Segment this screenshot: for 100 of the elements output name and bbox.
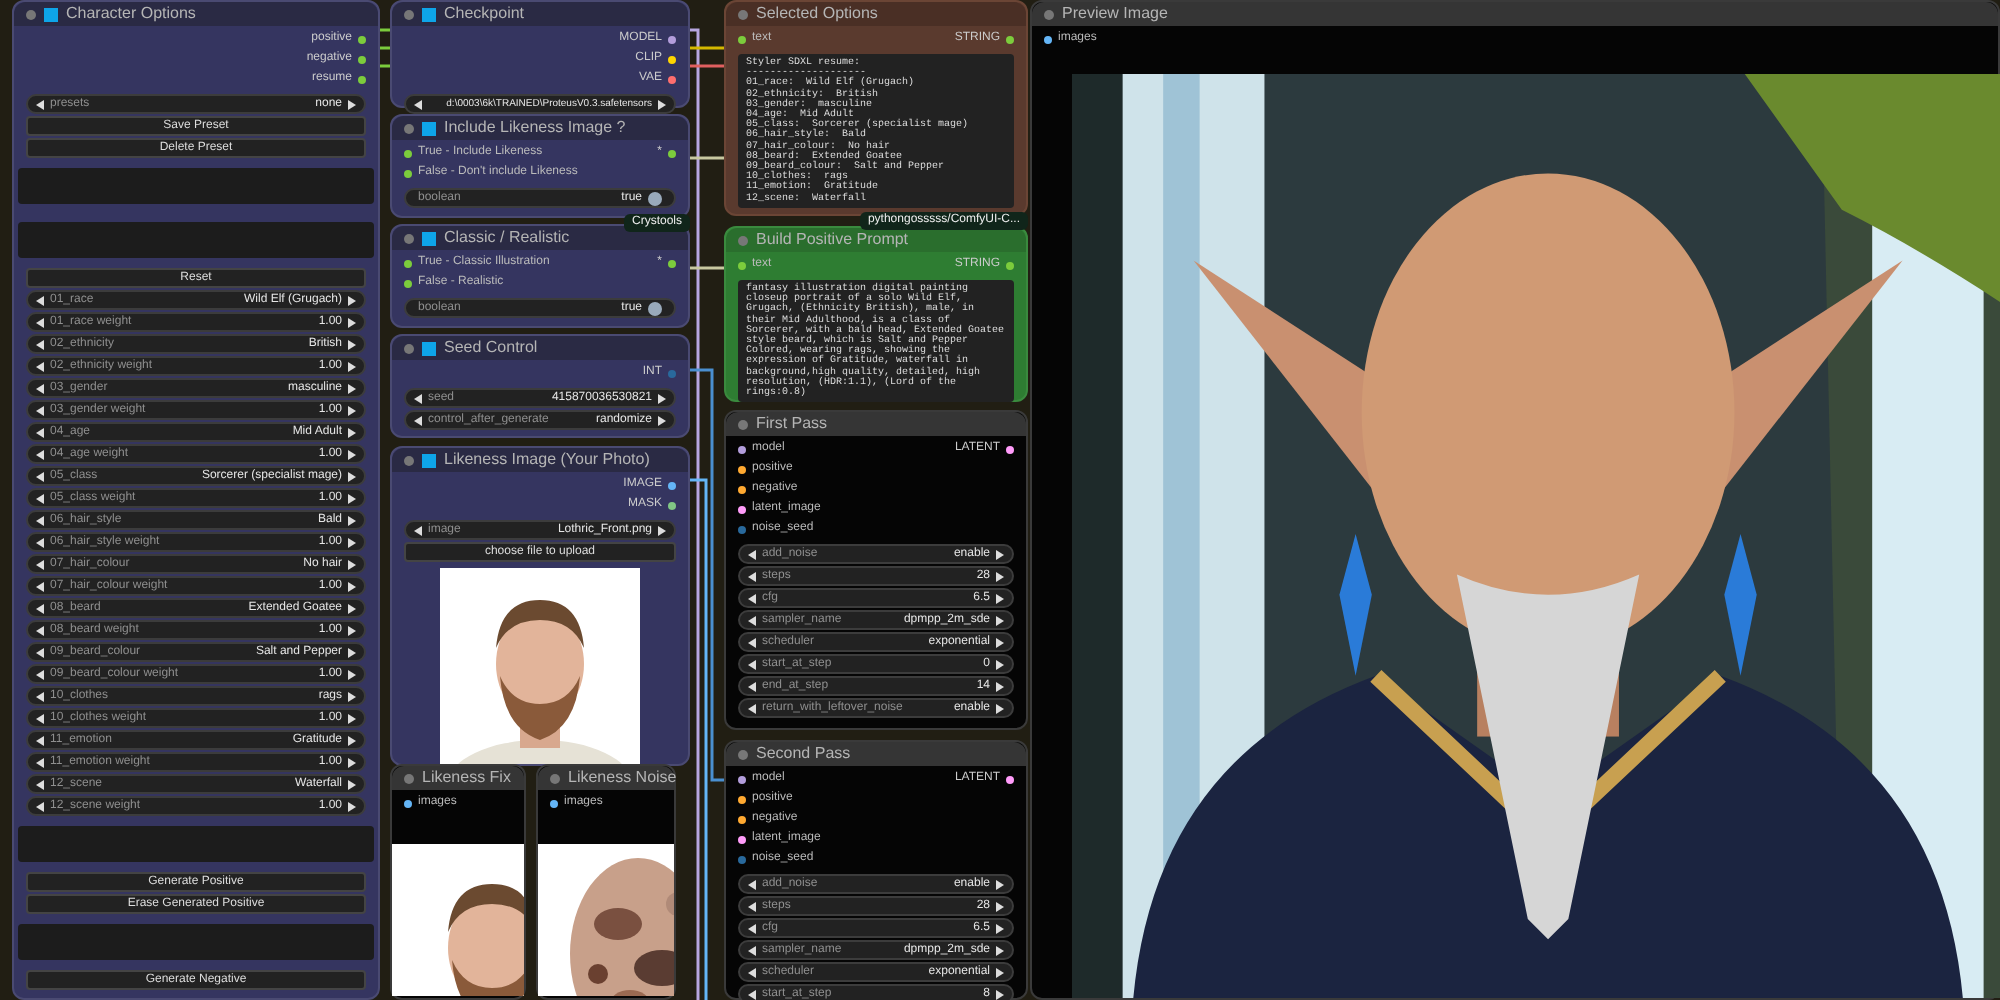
right-arrow-icon[interactable] [346,99,356,109]
left-arrow-icon[interactable] [748,681,758,691]
left-arrow-icon[interactable] [748,571,758,581]
right-arrow-icon[interactable] [346,449,356,459]
left-arrow-icon[interactable] [414,99,424,109]
right-arrow-icon[interactable] [346,581,356,591]
right-arrow-icon[interactable] [994,879,1004,889]
left-arrow-icon[interactable] [36,647,46,657]
node-card[interactable] [724,0,1028,216]
right-arrow-icon[interactable] [346,317,356,327]
left-arrow-icon[interactable] [36,779,46,789]
right-arrow-icon[interactable] [346,669,356,679]
left-arrow-icon[interactable] [36,383,46,393]
right-arrow-icon[interactable] [346,779,356,789]
right-arrow-icon[interactable] [346,537,356,547]
node-title: Build Positive Prompt [756,230,909,250]
left-arrow-icon[interactable] [36,801,46,811]
right-arrow-icon[interactable] [656,415,666,425]
right-arrow-icon[interactable] [994,571,1004,581]
left-arrow-icon[interactable] [36,735,46,745]
node-title: Checkpoint [444,4,525,24]
right-arrow-icon[interactable] [346,625,356,635]
right-arrow-icon[interactable] [346,295,356,305]
right-arrow-icon[interactable] [346,603,356,613]
left-arrow-icon[interactable] [36,603,46,613]
left-arrow-icon[interactable] [36,757,46,767]
right-arrow-icon[interactable] [994,549,1004,559]
node-card[interactable] [12,0,380,1000]
right-arrow-icon[interactable] [346,691,356,701]
left-arrow-icon[interactable] [414,415,424,425]
right-arrow-icon[interactable] [994,681,1004,691]
left-arrow-icon[interactable] [36,295,46,305]
right-arrow-icon[interactable] [346,647,356,657]
node-card[interactable] [724,226,1028,402]
right-arrow-icon[interactable] [994,703,1004,713]
left-arrow-icon[interactable] [748,659,758,669]
right-arrow-icon[interactable] [346,801,356,811]
right-arrow-icon[interactable] [346,339,356,349]
right-arrow-icon[interactable] [994,989,1004,999]
left-arrow-icon[interactable] [36,471,46,481]
left-arrow-icon[interactable] [36,405,46,415]
right-arrow-icon[interactable] [994,659,1004,669]
left-arrow-icon[interactable] [748,549,758,559]
left-arrow-icon[interactable] [748,989,758,999]
right-arrow-icon[interactable] [346,493,356,503]
right-arrow-icon[interactable] [346,427,356,437]
right-arrow-icon[interactable] [994,615,1004,625]
left-arrow-icon[interactable] [36,493,46,503]
left-arrow-icon[interactable] [36,559,46,569]
right-arrow-icon[interactable] [346,713,356,723]
left-arrow-icon[interactable] [36,427,46,437]
left-arrow-icon[interactable] [748,901,758,911]
left-arrow-icon[interactable] [748,615,758,625]
left-arrow-icon[interactable] [36,537,46,547]
right-arrow-icon[interactable] [346,361,356,371]
node-title: Selected Options [756,4,878,24]
node-card[interactable] [724,410,1028,730]
node-title: Likeness Fix [422,768,511,788]
right-arrow-icon[interactable] [656,525,666,535]
right-arrow-icon[interactable] [994,967,1004,977]
link-wires-drawing [380,28,390,68]
toggle-knob-icon[interactable] [648,191,662,205]
right-arrow-icon[interactable] [994,901,1004,911]
left-arrow-icon[interactable] [36,515,46,525]
right-arrow-icon[interactable] [994,593,1004,603]
right-arrow-icon[interactable] [346,471,356,481]
left-arrow-icon[interactable] [36,99,46,109]
left-arrow-icon[interactable] [36,317,46,327]
left-arrow-icon[interactable] [748,637,758,647]
left-arrow-icon[interactable] [36,361,46,371]
left-arrow-icon[interactable] [748,967,758,977]
left-arrow-icon[interactable] [748,945,758,955]
left-arrow-icon[interactable] [748,923,758,933]
right-arrow-icon[interactable] [656,393,666,403]
left-arrow-icon[interactable] [748,703,758,713]
left-arrow-icon[interactable] [36,625,46,635]
left-arrow-icon[interactable] [36,581,46,591]
right-arrow-icon[interactable] [346,405,356,415]
color-square-icon [422,121,436,135]
left-arrow-icon[interactable] [748,593,758,603]
right-arrow-icon[interactable] [656,99,666,109]
left-arrow-icon[interactable] [748,879,758,889]
right-arrow-icon[interactable] [346,383,356,393]
color-square-icon [422,453,436,467]
left-arrow-icon[interactable] [36,339,46,349]
left-arrow-icon[interactable] [36,691,46,701]
right-arrow-icon[interactable] [346,515,356,525]
left-arrow-icon[interactable] [414,525,424,535]
right-arrow-icon[interactable] [994,923,1004,933]
left-arrow-icon[interactable] [36,713,46,723]
left-arrow-icon[interactable] [36,669,46,679]
right-arrow-icon[interactable] [346,559,356,569]
right-arrow-icon[interactable] [346,735,356,745]
left-arrow-icon[interactable] [36,449,46,459]
left-arrow-icon[interactable] [414,393,424,403]
node-title: First Pass [756,414,828,434]
toggle-knob-icon[interactable] [648,301,662,315]
right-arrow-icon[interactable] [994,945,1004,955]
right-arrow-icon[interactable] [994,637,1004,647]
right-arrow-icon[interactable] [346,757,356,767]
